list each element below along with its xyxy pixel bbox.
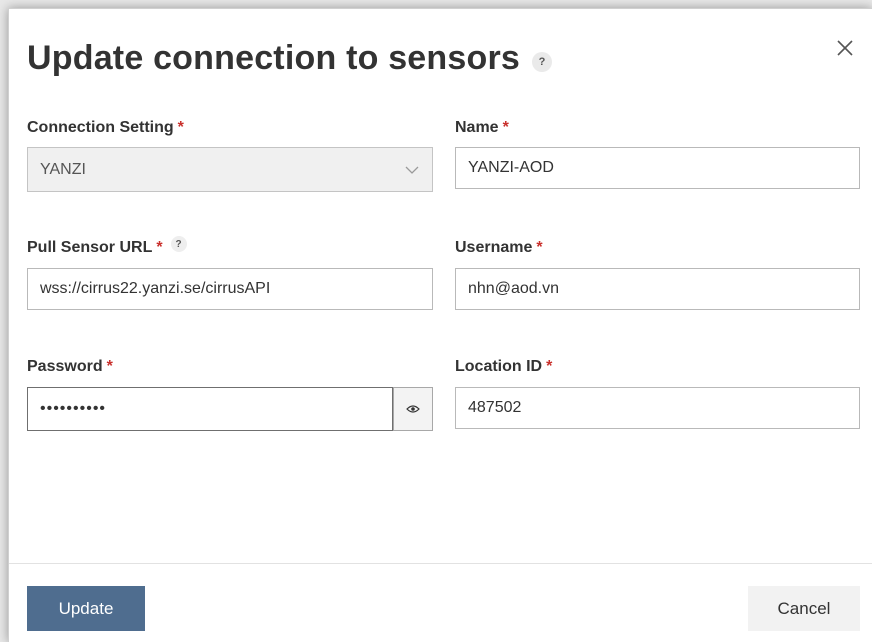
location-id-label-text: Location ID (455, 358, 543, 375)
name-required-mark: * (502, 119, 509, 136)
update-connection-dialog: Update connection to sensors ? Connectio… (8, 8, 872, 642)
location-id-label: Location ID * (455, 358, 552, 376)
dialog-header: Update connection to sensors ? (27, 39, 553, 78)
connection-setting-select[interactable]: YANZI (27, 147, 433, 192)
pull-sensor-url-required-mark: * (156, 239, 163, 256)
footer-divider (9, 563, 872, 564)
connection-setting-required-mark: * (177, 119, 184, 136)
pull-sensor-url-input[interactable] (27, 268, 433, 310)
dialog-title: Update connection to sensors (27, 39, 521, 77)
location-id-required-mark: * (546, 358, 553, 375)
connection-setting-label: Connection Setting * (27, 119, 184, 137)
password-input[interactable] (27, 387, 393, 431)
connection-setting-value: YANZI (40, 160, 86, 178)
username-label: Username * (455, 239, 543, 257)
toggle-password-visibility-button[interactable] (393, 387, 433, 431)
connection-setting-label-text: Connection Setting (27, 119, 174, 136)
username-input[interactable] (455, 268, 860, 310)
name-label-text: Name (455, 119, 499, 136)
close-icon (837, 40, 853, 56)
pull-sensor-url-label-text: Pull Sensor URL (27, 239, 153, 256)
pull-sensor-url-label: Pull Sensor URL *? (27, 236, 187, 257)
eye-icon (406, 405, 420, 413)
username-label-text: Username (455, 239, 533, 256)
username-required-mark: * (536, 239, 543, 256)
password-label: Password * (27, 358, 113, 376)
close-button[interactable] (834, 37, 856, 59)
title-help-icon[interactable]: ? (532, 51, 553, 72)
password-required-mark: * (106, 358, 113, 375)
name-label: Name * (455, 119, 509, 137)
password-label-text: Password (27, 358, 103, 375)
cancel-button[interactable]: Cancel (748, 586, 860, 631)
update-button[interactable]: Update (27, 586, 145, 631)
name-input[interactable] (455, 147, 860, 189)
location-id-input[interactable] (455, 387, 860, 429)
pull-sensor-url-help-icon[interactable]: ? (170, 236, 187, 252)
chevron-down-icon (405, 166, 419, 174)
